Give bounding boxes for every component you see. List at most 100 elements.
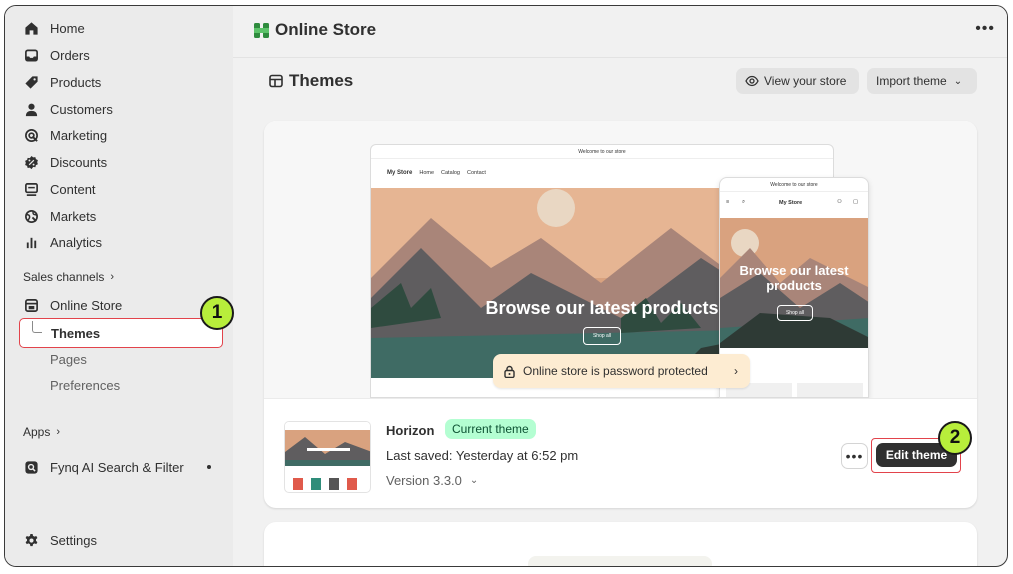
home-icon	[23, 20, 39, 36]
sidebar-item-preferences[interactable]: Preferences	[50, 375, 120, 395]
theme-info-row: Horizon Current theme Last saved: Yester…	[264, 398, 977, 508]
sidebar-item-fynq-app[interactable]: Fynq AI Search & Filter	[23, 456, 184, 478]
theme-more-actions-button[interactable]: •••	[841, 443, 868, 469]
preview-brand: My Store	[387, 170, 413, 176]
sidebar-item-discounts[interactable]: Discounts	[23, 151, 107, 173]
gear-icon	[23, 532, 39, 548]
app-search-icon	[23, 459, 39, 475]
sidebar-item-label: Home	[50, 20, 85, 36]
app-title: Online Store	[253, 20, 376, 40]
sidebar-item-marketing[interactable]: Marketing	[23, 124, 107, 146]
tree-branch-icon	[32, 321, 42, 333]
chevron-down-icon: ⌄	[469, 475, 479, 486]
sidebar-item-analytics[interactable]: Analytics	[23, 231, 102, 253]
chevron-right-icon: ›	[734, 364, 738, 378]
preview-nav-link: Contact	[466, 170, 486, 176]
sidebar-item-label: Content	[50, 181, 96, 197]
preview-shop-all: Shop all	[583, 327, 621, 345]
sidebar-item-label: Products	[50, 74, 102, 90]
sidebar-item-customers[interactable]: Customers	[23, 98, 113, 120]
sidebar-item-products[interactable]: Products	[23, 71, 101, 93]
eye-icon	[745, 75, 759, 87]
sidebar-item-label: Themes	[51, 325, 101, 341]
import-theme-button[interactable]: Import theme ⌄	[867, 68, 977, 94]
sidebar-item-home[interactable]: Home	[23, 17, 85, 39]
discount-icon	[23, 154, 39, 170]
sidebar-item-markets[interactable]: Markets	[23, 205, 96, 227]
sidebar-item-label: Customers	[50, 101, 113, 117]
themes-icon	[269, 74, 283, 88]
preview-brand: My Store	[779, 200, 803, 206]
current-theme-badge: Current theme	[445, 419, 536, 439]
last-saved-text: Last saved: Yesterday at 6:52 pm	[386, 448, 579, 463]
sidebar-item-orders[interactable]: Orders	[23, 44, 90, 66]
storefront-icon	[23, 297, 39, 313]
online-store-logo-icon	[254, 22, 269, 38]
preview-mobile-shop-all: Shop all	[777, 305, 813, 321]
sidebar-item-label: Online Store	[50, 297, 123, 313]
search-icon: ⌕	[742, 199, 746, 205]
more-actions-icon[interactable]: •••	[975, 20, 995, 38]
menu-icon: ≡	[726, 199, 730, 205]
sidebar-item-online-store[interactable]: Online Store	[23, 294, 122, 316]
sidebar-item-label: Settings	[50, 532, 97, 548]
page-title: Themes	[269, 71, 353, 91]
version-text: Version 3.3.0	[386, 473, 462, 488]
globe-icon	[23, 208, 39, 224]
sidebar-item-settings[interactable]: Settings	[23, 529, 97, 551]
callout-badge-2: 2	[938, 421, 972, 455]
content-icon	[23, 181, 39, 197]
sidebar-item-label: Orders	[50, 47, 90, 63]
account-icon: ⚇	[837, 199, 842, 205]
current-theme-card: Welcome to our store My Store Home Catal…	[264, 121, 977, 508]
theme-preview[interactable]: Welcome to our store My Store Home Catal…	[264, 121, 977, 398]
preview-announcement: Welcome to our store	[371, 145, 833, 159]
sidebar-item-label: Discounts	[50, 154, 108, 170]
sidebar-item-content[interactable]: Content	[23, 178, 96, 200]
app-topbar: Online Store •••	[233, 6, 1007, 58]
sidebar-item-label: Markets	[50, 208, 97, 224]
preview-product-tile	[797, 383, 863, 397]
bar-chart-icon	[23, 234, 39, 250]
preview-nav-link: Catalog	[441, 170, 460, 176]
sidebar: Home Orders Products Customers Marketing…	[5, 6, 234, 566]
callout-badge-1: 1	[200, 296, 234, 330]
chevron-down-icon: ⌄	[953, 75, 963, 87]
password-banner-text: Online store is password protected	[523, 364, 708, 378]
preview-mobile-nav: ≡ ⌕ My Store ⚇ ▢	[720, 192, 868, 216]
sidebar-item-label: Analytics	[50, 234, 103, 250]
theme-thumbnail-image	[285, 422, 370, 490]
theme-name: Horizon	[386, 423, 435, 438]
preview-announcement: Welcome to our store	[720, 178, 868, 192]
target-icon	[23, 127, 39, 143]
preview-mobile-hero-title: Browse our latest products	[739, 263, 849, 293]
app-title-text: Online Store	[275, 20, 377, 39]
inbox-icon	[23, 47, 39, 63]
password-protected-banner[interactable]: Online store is password protected ›	[493, 354, 750, 388]
placeholder-pill	[528, 556, 712, 566]
sidebar-item-pages[interactable]: Pages	[50, 349, 87, 369]
view-store-label: View your store	[764, 74, 847, 88]
sidebar-item-label: Marketing	[50, 127, 108, 143]
cart-icon: ▢	[853, 199, 859, 205]
chevron-right-icon: ›	[56, 426, 61, 438]
apps-label: Apps	[23, 425, 51, 439]
theme-library-card	[264, 522, 977, 566]
tag-icon	[23, 74, 39, 90]
chevron-right-icon: ›	[110, 271, 115, 283]
page-title-text: Themes	[289, 71, 354, 90]
person-icon	[23, 101, 39, 117]
apps-header[interactable]: Apps ›	[23, 425, 60, 439]
view-store-button[interactable]: View your store	[736, 68, 859, 94]
preview-nav-link: Home	[419, 170, 435, 176]
sidebar-item-label: Fynq AI Search & Filter	[50, 459, 184, 475]
import-theme-label: Import theme	[876, 74, 947, 88]
version-dropdown[interactable]: Version 3.3.0 ⌄	[386, 473, 478, 488]
lock-icon	[504, 365, 515, 378]
theme-thumbnail[interactable]	[284, 421, 371, 493]
app-window: Home Orders Products Customers Marketing…	[4, 5, 1008, 567]
app-pinned-dot	[207, 465, 211, 469]
sidebar-item-themes[interactable]: Themes	[19, 318, 223, 348]
sales-channels-header[interactable]: Sales channels ›	[23, 270, 114, 284]
sales-channels-label: Sales channels	[23, 270, 105, 284]
